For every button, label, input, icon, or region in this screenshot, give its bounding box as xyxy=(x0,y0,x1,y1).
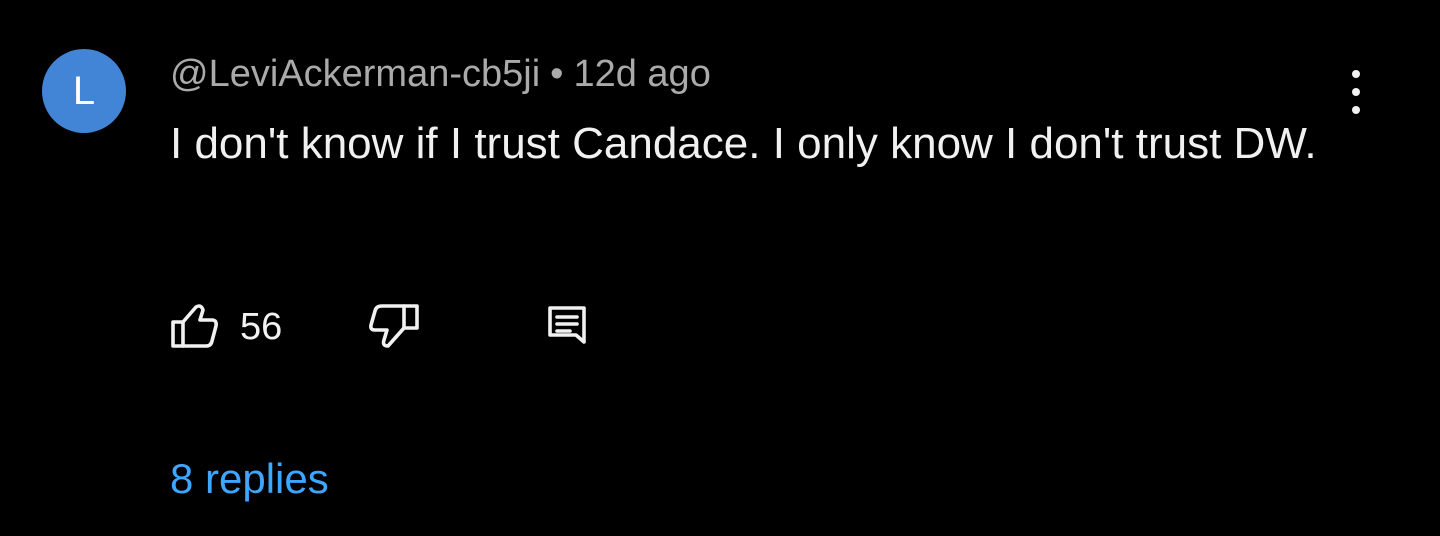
meta-separator: • xyxy=(550,53,564,95)
comment-header: @LeviAckerman-cb5ji • 12d ago xyxy=(170,52,711,96)
avatar[interactable]: L xyxy=(42,49,126,133)
like-button[interactable] xyxy=(170,302,220,350)
thumbs-up-icon xyxy=(171,304,218,348)
comment-time[interactable]: 12d ago xyxy=(573,53,710,95)
kebab-dot xyxy=(1352,70,1360,78)
more-vertical-icon[interactable] xyxy=(1336,70,1376,114)
comment-thread: L @LeviAckerman-cb5ji • 12d ago I don't kn… xyxy=(0,0,1440,536)
author-handle[interactable]: @LeviAckerman-cb5ji xyxy=(170,53,540,95)
like-count: 56 xyxy=(240,306,283,348)
comment-icon xyxy=(548,306,586,344)
view-replies-link[interactable]: 8 replies xyxy=(170,454,329,504)
comment-text: I don't know if I trust Candace. I only … xyxy=(170,119,1317,168)
kebab-dot xyxy=(1352,106,1360,114)
reply-button[interactable] xyxy=(546,302,588,350)
kebab-dot xyxy=(1352,88,1360,96)
avatar-letter: L xyxy=(72,69,96,113)
thumbs-down-icon xyxy=(369,304,419,348)
dislike-button[interactable] xyxy=(366,302,420,350)
